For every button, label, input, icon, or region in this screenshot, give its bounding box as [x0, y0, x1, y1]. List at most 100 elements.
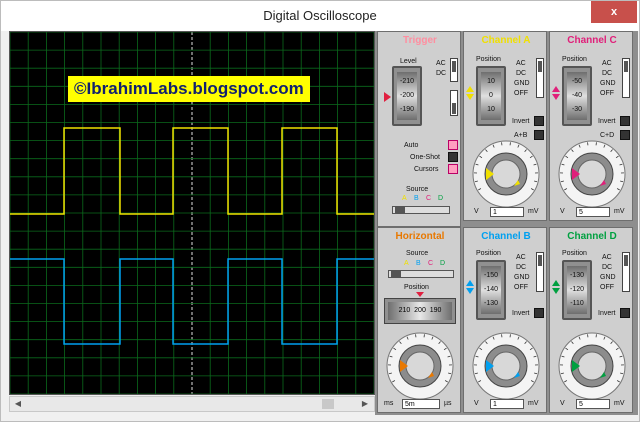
channel-c-down-arrow-icon[interactable]: [552, 94, 560, 100]
horizontal-source-c: C: [428, 260, 434, 267]
channel-b-value-field[interactable]: 1: [490, 399, 524, 409]
trigger-oneshot-button[interactable]: [448, 152, 458, 162]
channel-b-title: Channel B: [481, 231, 531, 242]
channel-b-position-label: Position: [476, 250, 501, 257]
trigger-coupling-switch[interactable]: [450, 58, 458, 82]
channel-c-position-label: Position: [562, 56, 587, 63]
channel-b-dc-label: DC: [516, 264, 527, 271]
trigger-level-dial[interactable]: -210 -200 -190: [392, 66, 422, 126]
channel-c-invert-button[interactable]: [620, 116, 630, 126]
channel-b-down-arrow-icon[interactable]: [466, 288, 474, 294]
horizontal-scrollbar[interactable]: ◀ ▶: [9, 396, 375, 412]
channel-c-coupling-switch[interactable]: [622, 58, 630, 98]
channel-a-up-arrow-icon[interactable]: [466, 86, 474, 92]
scroll-thumb[interactable]: [322, 399, 334, 409]
horizontal-position-dial[interactable]: 210 200 190: [384, 298, 456, 324]
horizontal-timebase-knob[interactable]: [386, 332, 454, 400]
channel-b-unit-left: V: [474, 400, 479, 407]
channel-d-gnd-label: GND: [600, 274, 616, 281]
channel-d-dc-label: DC: [602, 264, 613, 271]
channel-b-position-value: -140: [483, 286, 498, 293]
trigger-level-tick: -210: [399, 78, 414, 85]
channel-d-unit-left: V: [560, 400, 565, 407]
channel-a-coupling-switch[interactable]: [536, 58, 544, 98]
channel-b-coupling-switch[interactable]: [536, 252, 544, 292]
channel-d-off-label: OFF: [600, 284, 614, 291]
channel-a-down-arrow-icon[interactable]: [466, 94, 474, 100]
scroll-left-arrow[interactable]: ◀: [11, 398, 25, 410]
channel-b-ac-label: AC: [516, 254, 526, 261]
channel-c-invert-label: Invert: [598, 118, 616, 125]
horizontal-source-b: B: [416, 260, 421, 267]
channel-b-off-label: OFF: [514, 284, 528, 291]
horizontal-source-d: D: [440, 260, 446, 267]
channel-a-gnd-label: GND: [514, 80, 530, 87]
scope-display: ©IbrahimLabs.blogspot.com: [9, 31, 375, 395]
trigger-auto-label: Auto: [404, 142, 419, 149]
channel-c-gnd-label: GND: [600, 80, 616, 87]
trigger-source-d: D: [438, 195, 444, 202]
trigger-panel: Trigger Level -210 -200 -190 AC DC Auto On…: [377, 31, 461, 227]
horizontal-position-value: 200: [414, 307, 426, 314]
channel-a-position-dial[interactable]: 10 0 10: [476, 66, 506, 126]
trigger-oneshot-label: One-Shot: [410, 154, 440, 161]
channel-d-invert-label: Invert: [598, 310, 616, 317]
channel-a-combo-button[interactable]: [534, 130, 544, 140]
channel-a-value-field[interactable]: 1: [490, 207, 524, 217]
trigger-cursors-label: Cursors: [414, 166, 439, 173]
trigger-edge-switch[interactable]: [450, 90, 458, 116]
channel-b-position-dial[interactable]: -150 -140 -130: [476, 260, 506, 320]
trigger-auto-button[interactable]: [448, 140, 458, 150]
channel-a-unit-left: V: [474, 208, 479, 215]
channel-d-panel: Channel D Position -130 -120 -110 AC DC GN…: [549, 227, 633, 413]
scroll-right-arrow[interactable]: ▶: [358, 398, 372, 410]
channel-b-up-arrow-icon[interactable]: [466, 280, 474, 286]
trigger-level-label: Level: [400, 58, 417, 65]
channel-d-volts-knob[interactable]: [558, 332, 626, 400]
channel-b-unit-right: mV: [528, 400, 539, 407]
channel-d-up-arrow-icon[interactable]: [552, 280, 560, 286]
channel-a-volts-knob[interactable]: [472, 140, 540, 208]
channel-b-invert-button[interactable]: [534, 308, 544, 318]
channel-d-coupling-switch[interactable]: [622, 252, 630, 292]
channel-b-volts-knob[interactable]: [472, 332, 540, 400]
channel-c-position-dial[interactable]: -50 -40 -30: [562, 66, 592, 126]
horizontal-position-marker-icon: [416, 292, 424, 297]
horizontal-title: Horizontal: [395, 231, 445, 242]
channel-d-invert-button[interactable]: [620, 308, 630, 318]
channel-c-value-field[interactable]: 5: [576, 207, 610, 217]
oscilloscope-window: Digital Oscilloscope x ©IbrahimLabs.blog…: [0, 0, 640, 422]
channel-d-ac-label: AC: [602, 254, 612, 261]
channel-c-position-value: -40: [571, 92, 583, 99]
channel-b-invert-label: Invert: [512, 310, 530, 317]
channel-c-combo-label: C+D: [600, 132, 615, 139]
channel-a-position-label: Position: [476, 56, 501, 63]
channel-d-position-dial[interactable]: -130 -120 -110: [562, 260, 592, 320]
channel-d-position-label: Position: [562, 250, 587, 257]
channel-c-volts-knob[interactable]: [558, 140, 626, 208]
horizontal-position-tick: 190: [429, 307, 442, 314]
horizontal-position-label: Position: [404, 284, 429, 291]
trigger-level-value: -200: [399, 92, 414, 99]
horizontal-source-slider[interactable]: [388, 270, 454, 278]
channel-a-ac-label: AC: [516, 60, 526, 67]
trigger-cursors-button[interactable]: [448, 164, 458, 174]
channel-a-position-tick: 10: [487, 106, 495, 113]
trigger-level-tick: -190: [399, 106, 414, 113]
trigger-source-c: C: [426, 195, 432, 202]
channel-d-position-value: -120: [569, 286, 584, 293]
close-button[interactable]: x: [591, 1, 637, 23]
channel-c-up-arrow-icon[interactable]: [552, 86, 560, 92]
channel-c-dc-label: DC: [602, 70, 613, 77]
horizontal-value-field[interactable]: 5m: [402, 399, 440, 409]
channel-c-combo-button[interactable]: [620, 130, 630, 140]
trigger-ac-label: AC: [436, 60, 446, 67]
channel-d-value-field[interactable]: 5: [576, 399, 610, 409]
channel-d-down-arrow-icon[interactable]: [552, 288, 560, 294]
trigger-source-slider[interactable]: [392, 206, 450, 214]
control-panels: Trigger Level -210 -200 -190 AC DC Auto On…: [375, 31, 638, 415]
window-title: Digital Oscilloscope: [263, 8, 377, 23]
horizontal-position-tick: 210: [398, 307, 411, 314]
channel-a-invert-button[interactable]: [534, 116, 544, 126]
trigger-title: Trigger: [403, 35, 437, 46]
